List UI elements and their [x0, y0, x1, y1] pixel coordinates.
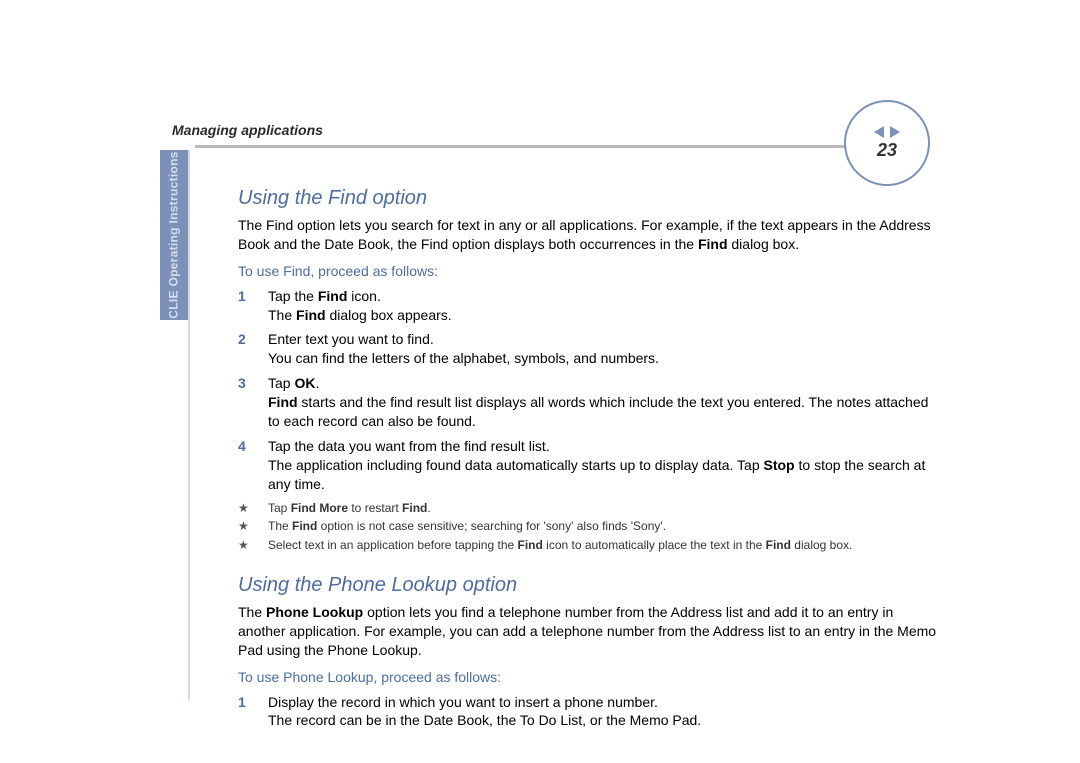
text: Enter text you want to find.: [268, 331, 434, 347]
text: Tap the data you want from the find resu…: [268, 438, 550, 454]
find-step-4: 4 Tap the data you want from the find re…: [238, 437, 938, 494]
section-header-title: Managing applications: [172, 122, 323, 138]
text-bold: Find: [296, 307, 326, 323]
text: option is not case sensitive; searching …: [317, 519, 666, 533]
text-bold: Find: [698, 236, 728, 252]
note-item: ★ The Find option is not case sensitive;…: [238, 518, 938, 535]
text: The Find option lets you search for text…: [238, 217, 931, 252]
heading-find: Using the Find option: [238, 185, 938, 212]
find-intro: The Find option lets you search for text…: [238, 216, 938, 254]
step-body: Tap the data you want from the find resu…: [268, 437, 938, 494]
text: Tap the: [268, 288, 318, 304]
page-content: Using the Find option The Find option le…: [238, 175, 938, 736]
text-bold: OK: [294, 375, 315, 391]
step-number: 1: [238, 287, 268, 325]
text: The: [238, 604, 266, 620]
text: .: [315, 375, 319, 391]
text: Tap: [268, 501, 291, 515]
star-icon: ★: [238, 537, 268, 554]
text: The application including found data aut…: [268, 457, 764, 473]
heading-phone-lookup: Using the Phone Lookup option: [238, 572, 938, 599]
phone-subhead: To use Phone Lookup, proceed as follows:: [238, 668, 938, 687]
arrow-left-icon[interactable]: [874, 126, 884, 138]
text: dialog box.: [728, 236, 800, 252]
find-step-1: 1 Tap the Find icon. The Find dialog box…: [238, 287, 938, 325]
step-number: 2: [238, 330, 268, 368]
text: icon to automatically place the text in …: [543, 538, 766, 552]
text: .: [427, 501, 430, 515]
side-vertical-rule: [188, 150, 190, 700]
text-bold: Find: [292, 519, 317, 533]
text-bold: Stop: [764, 457, 795, 473]
find-step-3: 3 Tap OK. Find starts and the find resul…: [238, 374, 938, 431]
step-body: Tap the Find icon. The Find dialog box a…: [268, 287, 938, 325]
text: The: [268, 307, 296, 323]
note-item: ★ Tap Find More to restart Find.: [238, 500, 938, 517]
page-number-badge: 23: [844, 100, 930, 186]
step-body: Enter text you want to find. You can fin…: [268, 330, 938, 368]
text: dialog box.: [791, 538, 852, 552]
header-divider: [195, 145, 845, 148]
step-number: 3: [238, 374, 268, 431]
text-bold: Find: [318, 288, 348, 304]
text: to restart: [348, 501, 402, 515]
note-text: Tap Find More to restart Find.: [268, 500, 431, 517]
text: The: [268, 519, 292, 533]
note-item: ★ Select text in an application before t…: [238, 537, 938, 554]
note-text: Select text in an application before tap…: [268, 537, 852, 554]
star-icon: ★: [238, 518, 268, 535]
nav-arrows: [874, 126, 900, 138]
text-bold: Find: [402, 501, 427, 515]
text-bold: Find: [518, 538, 543, 552]
star-icon: ★: [238, 500, 268, 517]
text: dialog box appears.: [326, 307, 452, 323]
step-number: 4: [238, 437, 268, 494]
text: Tap: [268, 375, 294, 391]
step-body: Display the record in which you want to …: [268, 693, 938, 731]
step-body: Tap OK. Find starts and the find result …: [268, 374, 938, 431]
side-tab: CLIE Operating Instructions: [160, 150, 188, 320]
find-notes: ★ Tap Find More to restart Find. ★ The F…: [238, 500, 938, 554]
find-step-2: 2 Enter text you want to find. You can f…: [238, 330, 938, 368]
arrow-right-icon[interactable]: [890, 126, 900, 138]
phone-step-1: 1 Display the record in which you want t…: [238, 693, 938, 731]
text: icon.: [347, 288, 380, 304]
text: You can find the letters of the alphabet…: [268, 350, 659, 366]
find-subhead: To use Find, proceed as follows:: [238, 262, 938, 281]
text: The record can be in the Date Book, the …: [268, 712, 701, 728]
text-bold: Find More: [291, 501, 348, 515]
text-bold: Find: [268, 394, 298, 410]
side-tab-label: CLIE Operating Instructions: [167, 151, 181, 318]
step-number: 1: [238, 693, 268, 731]
text: Display the record in which you want to …: [268, 694, 658, 710]
text: Select text in an application before tap…: [268, 538, 518, 552]
page-number: 23: [877, 140, 897, 161]
text-bold: Phone Lookup: [266, 604, 363, 620]
text: starts and the find result list displays…: [268, 394, 928, 429]
note-text: The Find option is not case sensitive; s…: [268, 518, 666, 535]
text-bold: Find: [766, 538, 791, 552]
phone-intro: The Phone Lookup option lets you find a …: [238, 603, 938, 660]
